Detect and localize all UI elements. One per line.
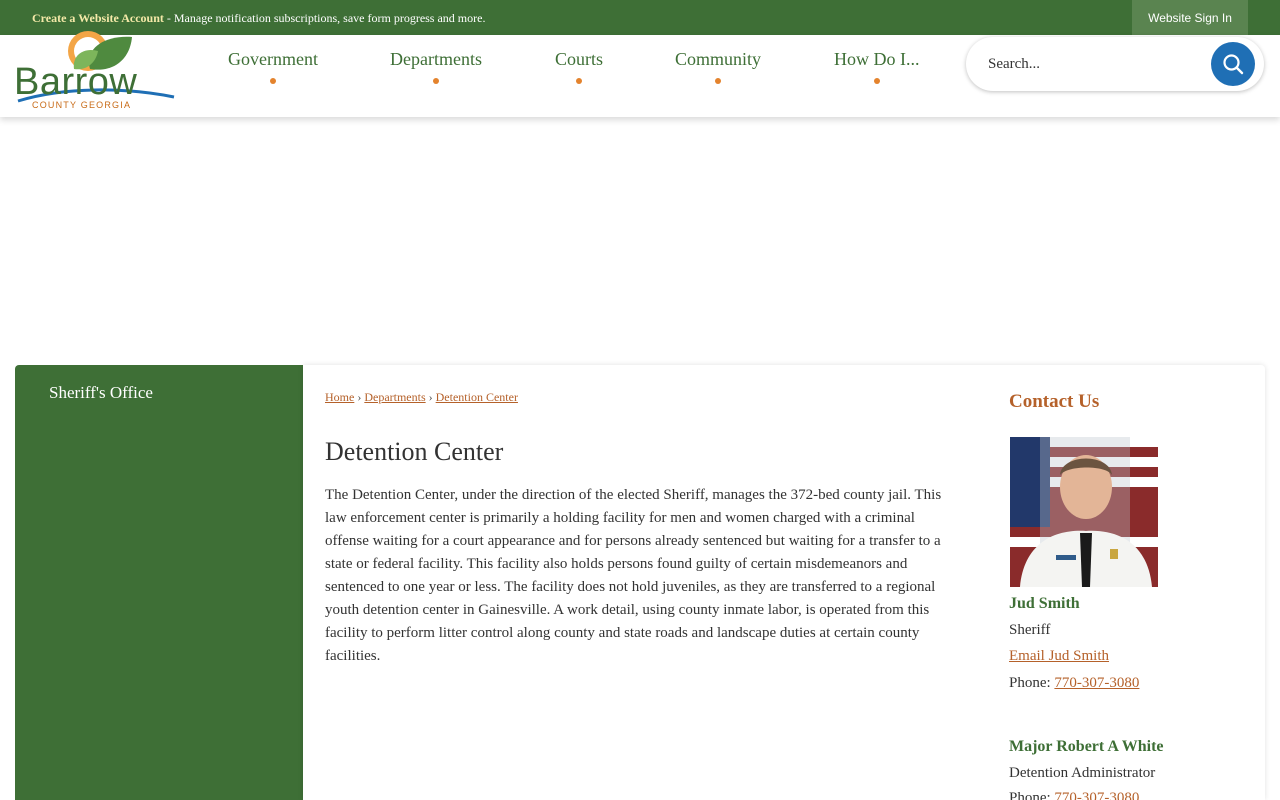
logo-subtitle: COUNTY GEORGIA xyxy=(32,100,132,110)
main-content: Home › Departments › Detention Center Detent… xyxy=(303,365,1265,800)
site-header: Barrow COUNTY GEORGIA Government Departm… xyxy=(0,31,1280,117)
breadcrumb-home[interactable]: Home xyxy=(325,390,354,404)
breadcrumb-detention-center[interactable]: Detention Center xyxy=(436,390,518,404)
top-notification-bar: Create a Website Account - Manage notifi… xyxy=(0,0,1280,35)
nav-dot-icon xyxy=(576,78,582,84)
nav-label: How Do I... xyxy=(834,49,920,69)
page-body-text: The Detention Center, under the directio… xyxy=(325,487,942,664)
account-message-text: - Manage notification subscriptions, sav… xyxy=(163,11,486,25)
nav-label: Courts xyxy=(555,49,604,69)
contact-phone: Phone: 770-307-3080 xyxy=(1009,675,1139,692)
sidebar: Sheriff's Office xyxy=(15,365,303,800)
website-sign-in-button[interactable]: Website Sign In xyxy=(1132,0,1248,35)
contact-role: Detention Administrator xyxy=(1009,765,1156,781)
nav-community[interactable]: Community xyxy=(675,49,761,84)
phone-label: Phone: xyxy=(1009,675,1055,691)
search-box xyxy=(966,37,1264,91)
phone-link[interactable]: 770-307-3080 xyxy=(1054,675,1139,691)
email-link[interactable]: Email Jud Smith xyxy=(1009,648,1109,665)
account-message: Create a Website Account - Manage notifi… xyxy=(32,11,485,26)
contact-role: Sheriff xyxy=(1009,622,1051,638)
phone-link[interactable]: 770-307-3080 xyxy=(1054,790,1139,800)
logo-name: Barrow xyxy=(14,61,138,103)
sidebar-item-sheriffs-office[interactable]: Sheriff's Office xyxy=(49,383,153,403)
contact-name: Major Robert A White xyxy=(1009,738,1164,755)
nav-dot-icon xyxy=(269,78,276,84)
contact-heading: Contact Us xyxy=(1009,391,1100,412)
nav-government[interactable]: Government xyxy=(228,49,318,84)
page-title: Detention Center xyxy=(325,437,504,466)
nav-how-do-i[interactable]: How Do I... xyxy=(834,49,920,84)
nav-dot-icon xyxy=(715,78,721,84)
breadcrumb-separator: › xyxy=(357,390,362,404)
phone-label: Phone: xyxy=(1009,790,1055,800)
contact-phone: Phone: 770-307-3080 xyxy=(1009,790,1139,800)
search-button[interactable] xyxy=(1211,42,1255,86)
breadcrumb-separator: › xyxy=(428,390,433,404)
nav-dot-icon xyxy=(873,78,880,84)
search-input[interactable] xyxy=(988,51,1198,77)
barrow-county-logo[interactable]: Barrow COUNTY GEORGIA xyxy=(14,31,179,113)
nav-dot-icon xyxy=(432,78,439,84)
nav-label: Departments xyxy=(390,49,482,69)
breadcrumb: Home › Departments › Detention Center xyxy=(325,390,518,405)
contact-name: Jud Smith xyxy=(1009,595,1080,612)
nav-departments[interactable]: Departments xyxy=(390,49,482,84)
search-icon xyxy=(1223,54,1244,75)
nav-courts[interactable]: Courts xyxy=(555,49,603,84)
create-account-link[interactable]: Create a Website Account xyxy=(32,11,164,25)
portrait-image xyxy=(1010,437,1158,587)
sheriff-photo xyxy=(1010,437,1158,587)
nav-label: Community xyxy=(675,49,762,69)
breadcrumb-departments[interactable]: Departments xyxy=(364,390,425,404)
nav-label: Government xyxy=(228,49,318,69)
